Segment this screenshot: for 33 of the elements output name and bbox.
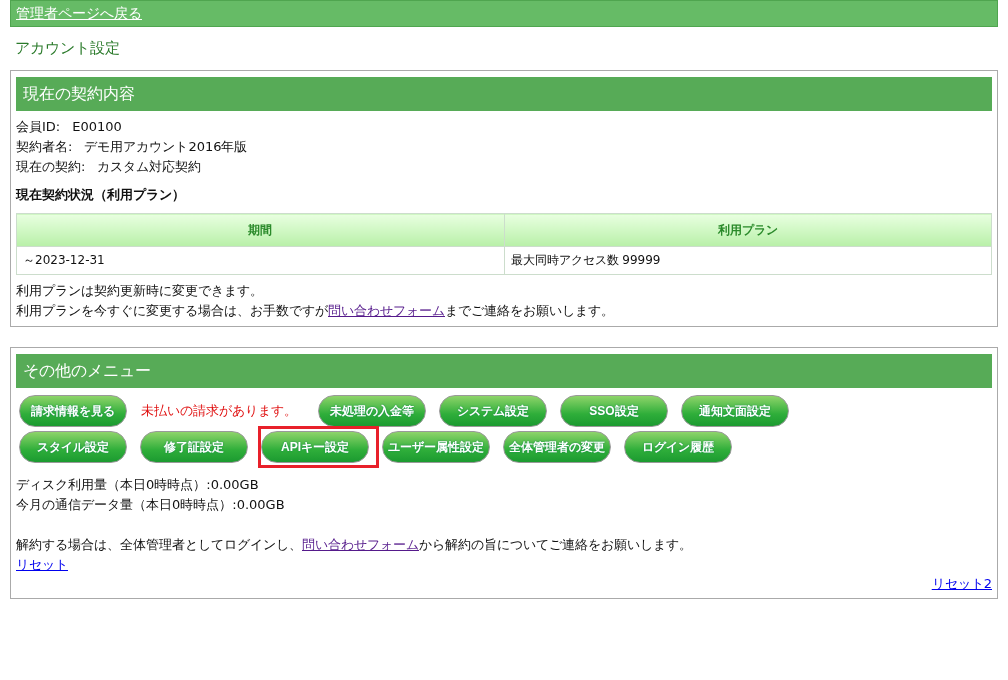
back-link[interactable]: 管理者ページへ戻る — [16, 4, 142, 23]
menu-button[interactable]: スタイル設定 — [19, 431, 127, 463]
contract-field: 会員ID: E00100 — [16, 117, 992, 137]
menu-button[interactable]: SSO設定 — [560, 395, 668, 427]
contact-form-link[interactable]: 問い合わせフォーム — [328, 303, 445, 318]
page-title: アカウント設定 — [14, 38, 121, 59]
menu-button[interactable]: 通知文面設定 — [681, 395, 789, 427]
note-text: 利用プランを今すぐに変更する場合は、お手数ですが問い合わせフォーム までご連絡をお願いします。 — [16, 302, 615, 320]
menu-button[interactable]: 未処理の入金等 — [318, 395, 426, 427]
contract-field: 契約者名: デモ用アカウント2016年版 — [16, 137, 992, 157]
table-cell: 最大同時アクセス数 99999 — [504, 246, 992, 275]
column-header: 期間 — [16, 213, 504, 247]
menu-button[interactable]: ユーザー属性設定 — [382, 431, 490, 463]
usage-text: ディスク利用量（本日0時時点）:0.00GB — [16, 476, 260, 494]
column-header: 利用プラン — [504, 213, 992, 247]
table-cell: ～2023-12-31 — [16, 246, 504, 275]
usage-text: 今月の通信データ量（本日0時時点）:0.00GB — [16, 496, 286, 514]
contract-field: 現在の契約: カスタム対応契約 — [16, 157, 992, 177]
cancel-note: 解約する場合は、全体管理者としてログインし、問い合わせフォームから解約の旨についてご連絡をお願いします。 — [16, 536, 693, 554]
section-heading: 現在契約状況（利用プラン） — [16, 186, 186, 204]
contact-form-link[interactable]: 問い合わせフォーム — [302, 537, 419, 552]
menu-button[interactable]: ログイン履歴 — [624, 431, 732, 463]
note-text: 利用プランは契約更新時に変更できます。 — [16, 282, 264, 300]
reset-link[interactable]: リセット — [16, 557, 68, 572]
menu-button[interactable]: APIキー設定 — [261, 431, 369, 463]
menu-button[interactable]: 全体管理者の変更 — [503, 431, 611, 463]
menu-button[interactable]: システム設定 — [439, 395, 547, 427]
menu-button[interactable]: 請求情報を見る — [19, 395, 127, 427]
unpaid-notice: 未払いの請求があります。 — [141, 402, 297, 420]
reset-link[interactable]: リセット2 — [931, 576, 992, 591]
menu-button[interactable]: 修了証設定 — [140, 431, 248, 463]
panel-header: その他のメニュー — [16, 354, 992, 388]
panel-header: 現在の契約内容 — [16, 77, 992, 111]
